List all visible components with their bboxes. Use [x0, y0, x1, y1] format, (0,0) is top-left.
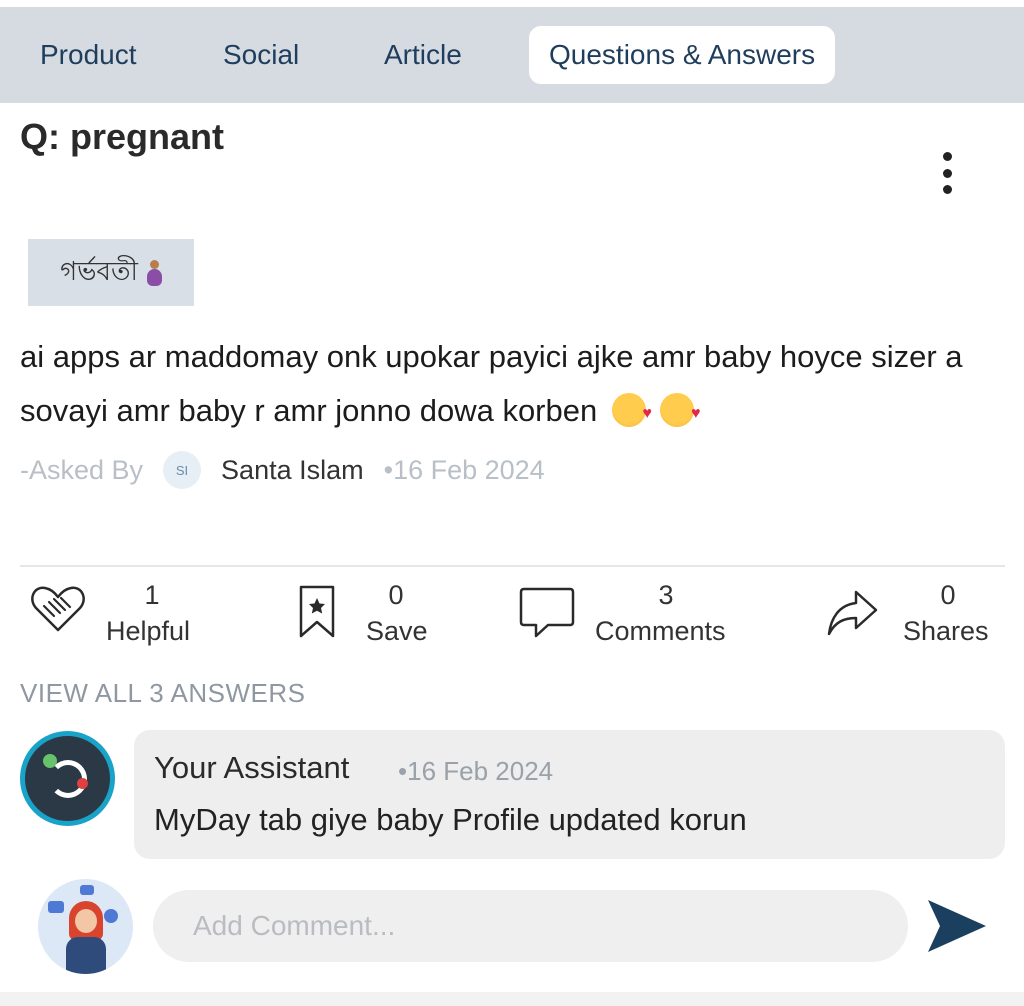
shares-count: 0: [940, 580, 956, 610]
user-avatar: [38, 879, 133, 974]
bottom-bar: [0, 992, 1024, 1006]
question-body-text: ai apps ar maddomay onk upokar payici aj…: [20, 339, 963, 428]
smiling-face-with-hearts-icon: [660, 387, 700, 441]
save-button[interactable]: 0 Save: [298, 578, 438, 650]
comments-count: 3: [658, 580, 674, 610]
bookmark-star-icon: [299, 585, 335, 638]
question-date: •16 Feb 2024: [383, 454, 545, 485]
pregnant-woman-emoji-icon: [146, 259, 162, 286]
tab-product[interactable]: Product: [20, 26, 157, 84]
divider: [20, 565, 1005, 567]
comment-icon: [519, 587, 575, 638]
answer-text: MyDay tab giye baby Profile updated koru…: [154, 802, 747, 837]
logo-dot-red: [77, 778, 88, 789]
tab-social[interactable]: Social: [203, 26, 319, 84]
comments-label: Comments: [595, 616, 726, 646]
helpful-label: Helpful: [106, 616, 191, 646]
shares-label: Shares: [903, 616, 989, 646]
tab-article[interactable]: Article: [364, 26, 482, 84]
answer-author[interactable]: Your Assistant: [154, 750, 349, 786]
share-arrow-icon: [827, 590, 878, 636]
answer-date: •16 Feb 2024: [398, 756, 554, 786]
tab-questions-answers[interactable]: Questions & Answers: [529, 26, 836, 84]
question-body: ai apps ar maddomay onk upokar payici aj…: [20, 330, 1010, 441]
handshake-heart-icon: [31, 586, 85, 632]
save-count: 0: [388, 580, 404, 610]
share-button[interactable]: 0 Shares: [826, 578, 1004, 650]
send-button[interactable]: [926, 898, 988, 954]
comments-button[interactable]: 3 Comments: [518, 578, 748, 650]
smiling-face-with-hearts-icon: [611, 387, 652, 441]
add-comment-input[interactable]: [153, 890, 908, 962]
helpful-count: 1: [144, 580, 160, 610]
send-arrow-icon: [928, 900, 986, 952]
question-title: Q: pregnant: [20, 116, 224, 157]
answer-bubble: Your Assistant •16 Feb 2024 MyDay tab gi…: [134, 730, 1005, 859]
author-name[interactable]: Santa Islam: [221, 455, 364, 486]
helpful-button[interactable]: 1 Helpful: [30, 578, 230, 650]
asked-by-row: -Asked By SI Santa Islam •16 Feb 2024: [20, 450, 545, 490]
tag-label: গর্ভবতী: [60, 255, 138, 286]
assistant-avatar[interactable]: [20, 731, 115, 826]
tab-bar: Product Social Article Questions & Answe…: [0, 7, 1024, 103]
question-tag[interactable]: গর্ভবতী: [28, 239, 194, 306]
save-label: Save: [366, 616, 428, 646]
logo-dot-green: [43, 754, 57, 768]
asked-by-label: -Asked By: [20, 454, 144, 485]
author-avatar[interactable]: SI: [163, 451, 202, 489]
more-options-icon[interactable]: [930, 148, 964, 198]
view-all-answers-link[interactable]: VIEW ALL 3 ANSWERS: [20, 678, 305, 709]
